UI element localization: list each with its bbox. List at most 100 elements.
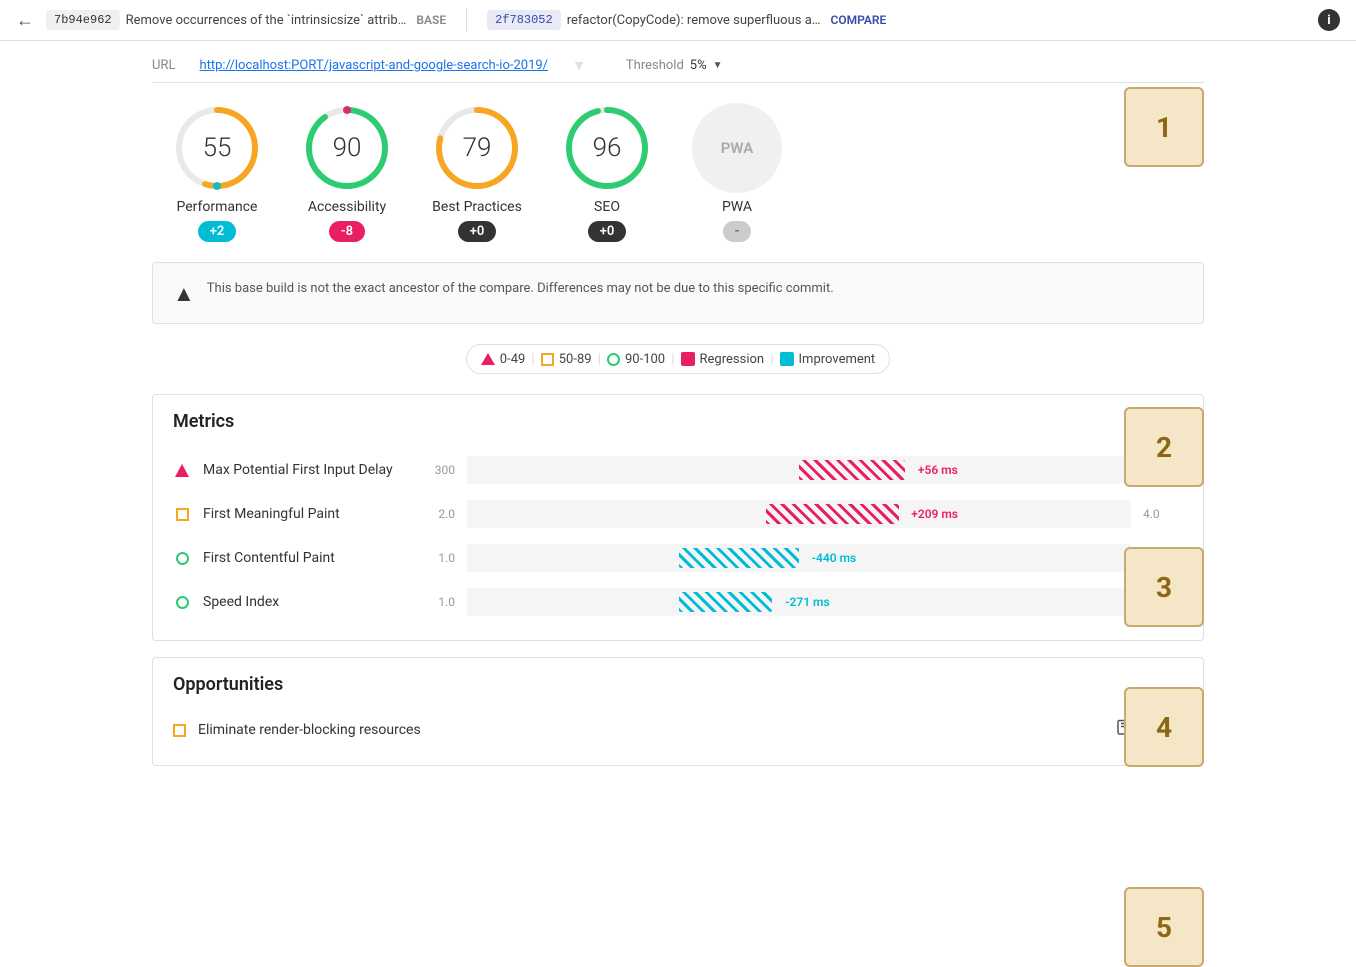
score-card-accessibility: 90 Accessibility -8 xyxy=(302,103,392,242)
score-label-performance: Performance xyxy=(177,199,258,215)
annotation-1: 1 xyxy=(1124,87,1204,167)
threshold-block: Threshold 5% ▼ xyxy=(626,58,723,73)
opportunities-title: Opportunities xyxy=(173,674,1183,695)
url-value: http://localhost:PORT/javascript-and-goo… xyxy=(199,58,548,73)
metric-row-first-meaningful-paint: First Meaningful Paint 2.0 +209 ms 4.0 xyxy=(173,492,1183,536)
legend-item-improvement: Improvement xyxy=(780,352,876,367)
metrics-section: Metrics Max Potential First Input Delay … xyxy=(152,394,1204,641)
compare-hash: 2f783052 xyxy=(487,10,561,30)
metric-icon-wrap-first-meaningful-paint xyxy=(173,505,191,523)
metric-name-first-meaningful-paint: First Meaningful Paint xyxy=(203,506,403,522)
metrics-title: Metrics xyxy=(173,411,1183,432)
legend-item-regression: Regression xyxy=(681,352,765,367)
metric-bar-first-meaningful-paint: +209 ms xyxy=(467,500,1131,528)
warning-text: This base build is not the exact ancesto… xyxy=(207,279,834,300)
annotation-3: 3 xyxy=(1124,547,1204,627)
legend-label-regression: Regression xyxy=(700,352,765,367)
metric-icon-wrap-speed-index xyxy=(173,593,191,611)
legend-regression-icon xyxy=(681,352,695,366)
opp-icon-eliminate-render-blocking xyxy=(173,724,186,737)
legend-label-90-100: 90-100 xyxy=(625,352,665,367)
metric-bar-label-first-contentful-paint: -440 ms xyxy=(806,548,863,568)
legend: 0-49 | 50-89 | 90-100 | Regression | xyxy=(152,344,1204,374)
compare-label: COMPARE xyxy=(830,13,886,27)
metric-icon-square xyxy=(176,508,189,521)
metric-bar-speed-index: -271 ms xyxy=(467,588,1131,616)
metric-row-first-contentful-paint: First Contentful Paint 1.0 -440 ms 4.0 xyxy=(173,536,1183,580)
score-circle-seo: 96 xyxy=(562,103,652,193)
annotation-4: 4 xyxy=(1124,687,1204,767)
score-label-best-practices: Best Practices xyxy=(432,199,522,215)
metric-bar-label-speed-index: -271 ms xyxy=(779,592,836,612)
legend-item-50-89: 50-89 xyxy=(541,352,592,367)
metric-name-speed-index: Speed Index xyxy=(203,594,403,610)
metric-name-max-potential-fid: Max Potential First Input Delay xyxy=(203,462,403,478)
base-commit: 7b94e962 Remove occurrences of the `intr… xyxy=(46,10,446,30)
warning-box: ▲ This base build is not the exact ances… xyxy=(152,262,1204,324)
legend-item-90-100: 90-100 xyxy=(607,352,665,367)
back-button[interactable]: ← xyxy=(16,10,34,31)
opp-name-eliminate-render-blocking: Eliminate render-blocking resources xyxy=(198,722,1103,738)
threshold-dropdown-icon[interactable]: ▼ xyxy=(713,60,723,71)
metric-left-speed-index: 1.0 xyxy=(415,595,455,609)
legend-label-improvement: Improvement xyxy=(799,352,876,367)
compare-desc: refactor(CopyCode): remove superfluous a… xyxy=(567,13,821,28)
score-cards: 55 Performance +2 90 Accessibility -8 xyxy=(152,103,1204,242)
metric-right-first-meaningful-paint: 4.0 xyxy=(1143,507,1183,521)
metric-bar-label-max-potential-fid: +56 ms xyxy=(912,460,964,480)
score-card-seo: 96 SEO +0 xyxy=(562,103,652,242)
annotation-5: 5 xyxy=(1124,887,1204,967)
legend-circle-icon xyxy=(607,353,620,366)
header-divider xyxy=(466,8,467,32)
score-label-accessibility: Accessibility xyxy=(308,199,386,215)
metric-icon-wrap-max-potential-fid xyxy=(173,461,191,479)
score-badge-accessibility: -8 xyxy=(329,221,365,242)
metric-left-max-potential-fid: 300 xyxy=(415,463,455,477)
threshold-value: 5% xyxy=(690,58,707,73)
score-number-seo: 96 xyxy=(593,133,622,163)
annotation-2: 2 xyxy=(1124,407,1204,487)
score-badge-seo: +0 xyxy=(588,221,627,242)
base-desc: Remove occurrences of the `intrinsicsize… xyxy=(126,13,407,28)
legend-pill: 0-49 | 50-89 | 90-100 | Regression | xyxy=(466,344,890,374)
metric-bar-max-potential-fid: +56 ms xyxy=(467,456,1131,484)
score-badge-performance: +2 xyxy=(198,221,237,242)
metric-name-first-contentful-paint: First Contentful Paint xyxy=(203,550,403,566)
opp-row-eliminate-render-blocking: Eliminate render-blocking resources 2 → … xyxy=(173,711,1183,749)
metric-icon-circle xyxy=(176,552,189,565)
legend-square-icon xyxy=(541,353,554,366)
legend-item-0-49: 0-49 xyxy=(481,352,526,367)
score-number-best-practices: 79 xyxy=(463,133,492,163)
legend-label-0-49: 0-49 xyxy=(500,352,526,367)
score-card-performance: 55 Performance +2 xyxy=(172,103,262,242)
score-card-pwa: PWA PWA - xyxy=(692,103,782,242)
metric-icon-wrap-first-contentful-paint xyxy=(173,549,191,567)
score-label-seo: SEO xyxy=(594,199,620,215)
metric-bar-segment-first-contentful-paint xyxy=(679,548,799,568)
score-badge-best-practices: +0 xyxy=(458,221,497,242)
legend-improvement-icon xyxy=(780,352,794,366)
url-bar: URL http://localhost:PORT/javascript-and… xyxy=(152,57,1204,83)
score-circle-accessibility: 90 xyxy=(302,103,392,193)
pwa-circle: PWA xyxy=(692,103,782,193)
threshold-label: Threshold xyxy=(626,58,684,73)
metric-icon-triangle xyxy=(175,464,189,477)
score-card-best-practices: 79 Best Practices +0 xyxy=(432,103,522,242)
legend-label-50-89: 50-89 xyxy=(559,352,592,367)
metric-icon-circle xyxy=(176,596,189,609)
content-wrapper: URL http://localhost:PORT/javascript-and… xyxy=(152,57,1204,766)
score-badge-pwa: - xyxy=(723,221,752,242)
metric-row-max-potential-fid: Max Potential First Input Delay 300 +56 … xyxy=(173,448,1183,492)
main-content: URL http://localhost:PORT/javascript-and… xyxy=(128,41,1228,798)
legend-triangle-icon xyxy=(481,353,495,365)
metric-left-first-meaningful-paint: 2.0 xyxy=(415,507,455,521)
header-bar: ← 7b94e962 Remove occurrences of the `in… xyxy=(0,0,1356,41)
base-hash: 7b94e962 xyxy=(46,10,120,30)
score-circle-best-practices: 79 xyxy=(432,103,522,193)
metric-bar-label-first-meaningful-paint: +209 ms xyxy=(905,504,964,524)
metrics-rows: Max Potential First Input Delay 300 +56 … xyxy=(173,448,1183,624)
metric-bar-first-contentful-paint: -440 ms xyxy=(467,544,1131,572)
info-icon[interactable]: i xyxy=(1318,9,1340,31)
metric-row-speed-index: Speed Index 1.0 -271 ms 4.0 xyxy=(173,580,1183,624)
score-label-pwa: PWA xyxy=(722,199,752,215)
